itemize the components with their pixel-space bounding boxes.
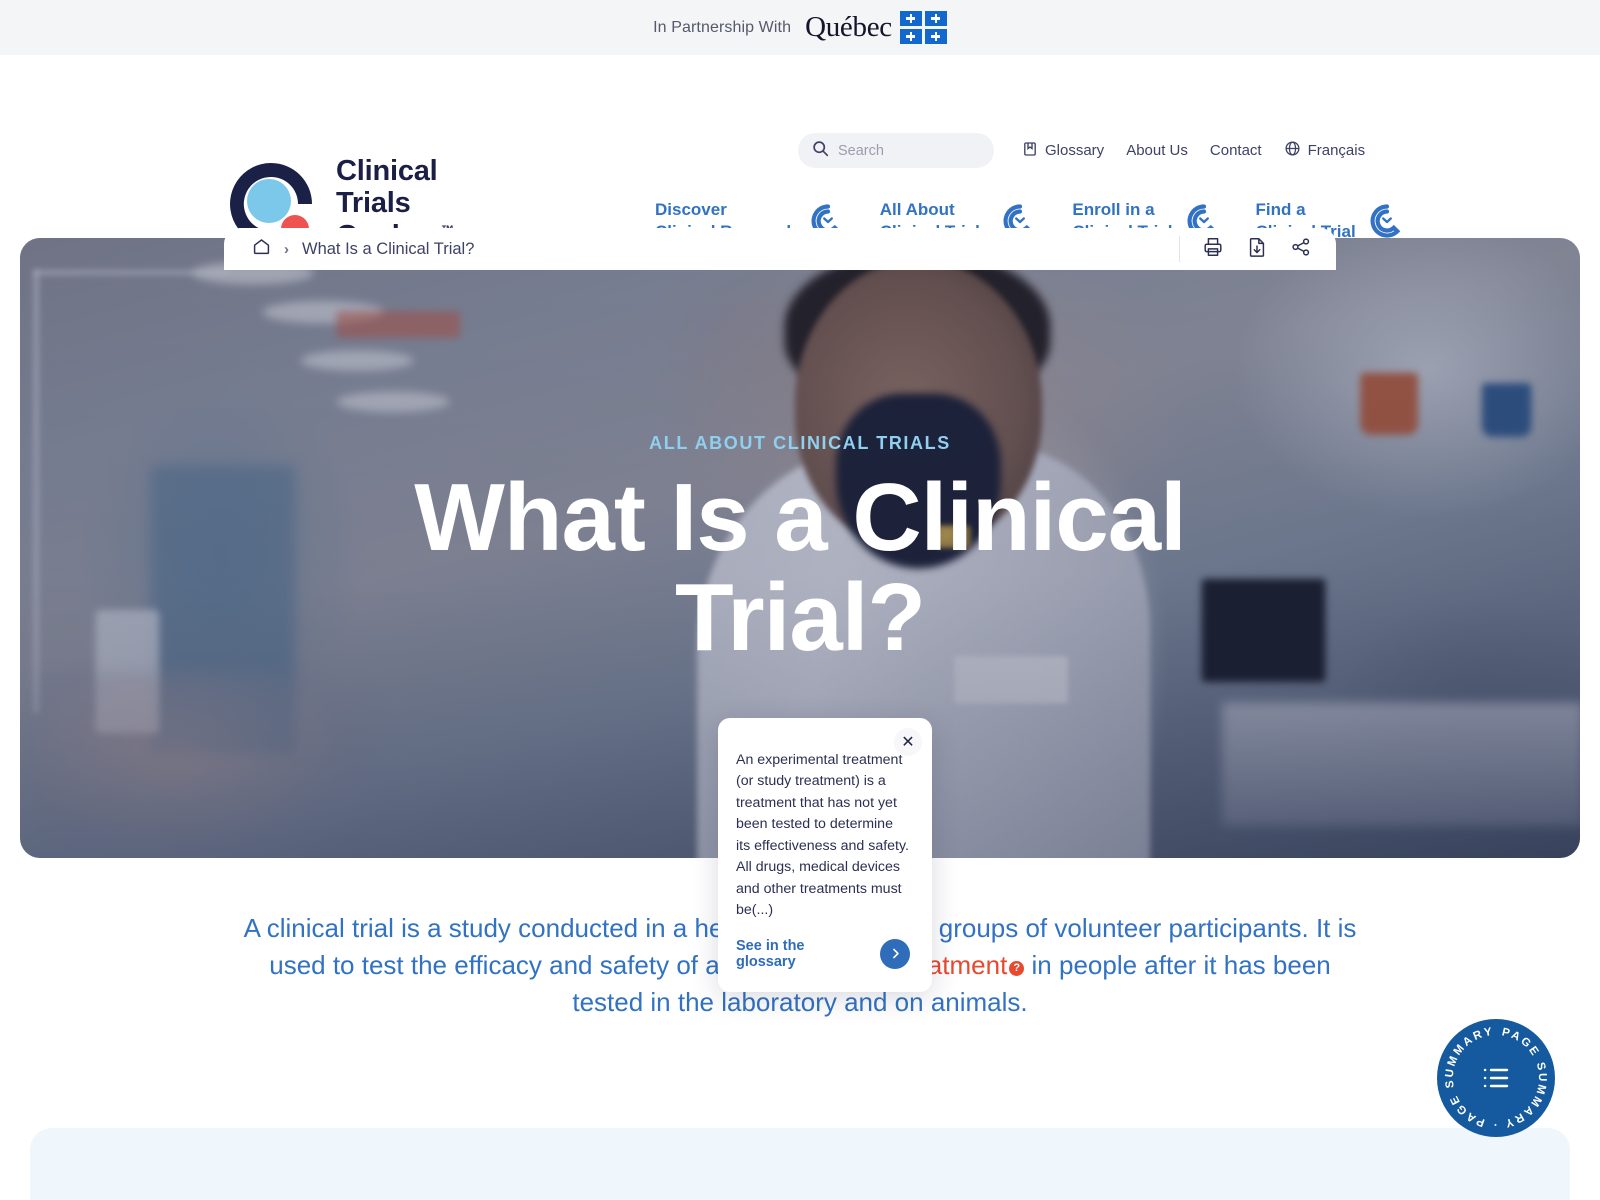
list-icon [1482, 1067, 1510, 1089]
hero-eyebrow: ALL ABOUT CLINICAL TRIALS [649, 433, 951, 453]
site-header: Clinical Trials Quebec™ Gloss [0, 55, 1600, 252]
print-icon[interactable] [1202, 236, 1224, 263]
hero-text-block: ALL ABOUT CLINICAL TRIALS What Is a Clin… [20, 433, 1580, 668]
partnership-bar: In Partnership With Québec [0, 0, 1600, 55]
breadcrumb: › What Is a Clinical Trial? [224, 228, 1336, 270]
page-summary-badge[interactable]: PAGE SUMMARY · PAGE SUMMARY · [1437, 1019, 1555, 1137]
globe-icon [1284, 140, 1301, 161]
next-section-panel [30, 1128, 1570, 1200]
book-icon [1022, 141, 1038, 161]
utility-link-label: Glossary [1045, 142, 1105, 159]
quebec-wordmark: Québec [805, 11, 892, 43]
chevron-down-circle-icon [1369, 203, 1405, 239]
quebec-logo: Québec [805, 11, 947, 44]
utility-link-label: Français [1307, 142, 1366, 159]
partnership-label: In Partnership With [653, 18, 792, 36]
nav-label-line1: All About [879, 200, 955, 219]
utility-link-label: Contact [1209, 142, 1262, 159]
help-circle-icon[interactable]: ? [1009, 961, 1025, 977]
share-icon[interactable] [1290, 236, 1312, 263]
see-in-glossary-link[interactable]: See in the glossary [736, 938, 910, 970]
close-icon[interactable]: ✕ [894, 728, 922, 756]
breadcrumb-separator: › [284, 240, 289, 258]
utility-nav: Glossary About Us Contact Français [798, 133, 1365, 168]
page-title: What Is a Clinical Trial? [414, 464, 1187, 671]
search-icon [812, 140, 829, 162]
logo-line-2: Trials [336, 187, 411, 220]
search-input[interactable] [838, 142, 980, 159]
nav-label-line1: Find a [1255, 200, 1306, 219]
see-in-glossary-label: See in the glossary [736, 937, 805, 970]
nav-label-line1: Discover [655, 200, 727, 219]
download-icon[interactable] [1246, 236, 1268, 263]
glossary-tooltip: ✕ An experimental treatment (or study tr… [718, 718, 932, 992]
chevron-right-icon [880, 938, 910, 969]
utility-link-glossary[interactable]: Glossary [1022, 141, 1104, 161]
search-box[interactable] [798, 133, 994, 168]
utility-link-about-us[interactable]: About Us [1126, 142, 1188, 159]
tooltip-body: An experimental treatment (or study trea… [736, 752, 909, 919]
breadcrumb-current: What Is a Clinical Trial? [302, 239, 475, 258]
quebec-flag-icon [899, 11, 947, 44]
utility-link-language[interactable]: Français [1284, 140, 1366, 161]
utility-link-label: About Us [1126, 142, 1188, 159]
home-icon[interactable] [252, 237, 271, 261]
utility-link-contact[interactable]: Contact [1210, 142, 1262, 159]
logo-line-1: Clinical [336, 155, 438, 187]
nav-label-line1: Enroll in a [1072, 200, 1155, 219]
